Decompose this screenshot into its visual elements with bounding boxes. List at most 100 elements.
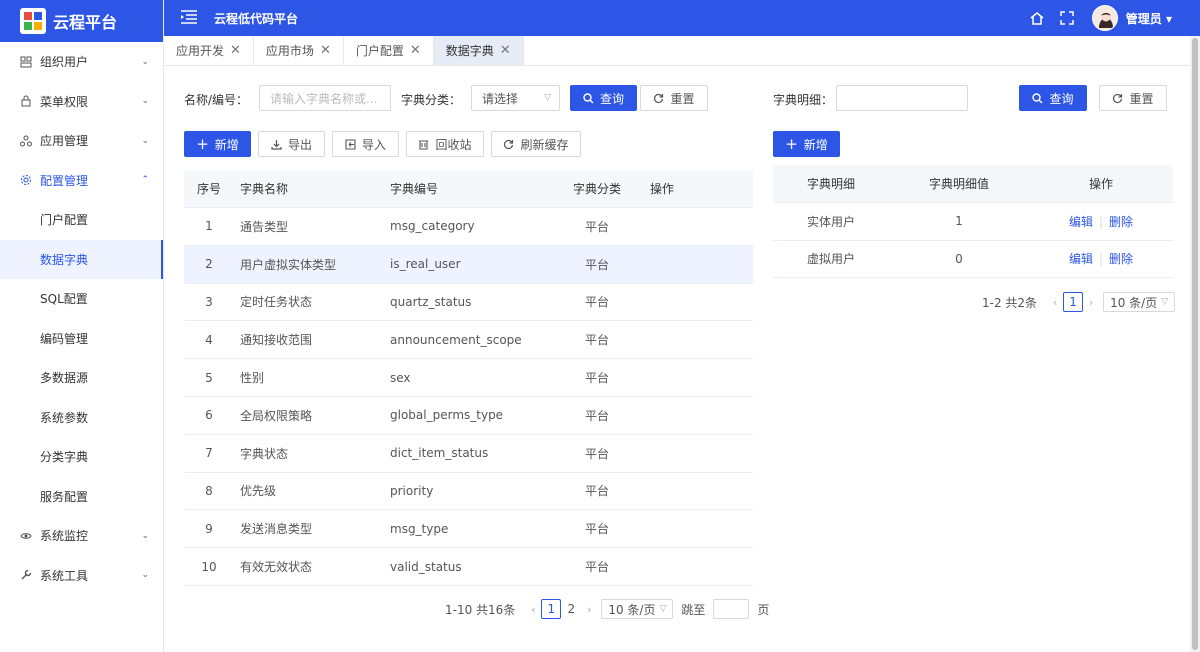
dict-category-select[interactable]: 请选择 ▽	[471, 85, 560, 111]
next-page-icon[interactable]: ›	[1083, 296, 1099, 309]
page-number[interactable]: 1	[1063, 292, 1084, 312]
table-row[interactable]: 6 全局权限策略 global_perms_type 平台	[184, 397, 753, 435]
home-icon[interactable]	[1028, 9, 1046, 27]
chevron-down-icon: ▽	[1161, 297, 1169, 307]
query-button[interactable]: 查询	[570, 85, 637, 111]
export-button[interactable]: 导出	[258, 131, 325, 157]
separator: |	[1098, 214, 1104, 229]
detail-query-button[interactable]: 查询	[1019, 85, 1087, 111]
table-row[interactable]: 8 优先级 priority 平台	[184, 473, 753, 511]
cell-category: 平台	[584, 333, 609, 348]
sidebar-subitem-sql[interactable]: SQL配置	[0, 279, 163, 319]
import-button[interactable]: 导入	[332, 131, 399, 157]
add-button[interactable]: + 新增	[184, 131, 251, 157]
edit-link[interactable]: 编辑	[1069, 215, 1093, 229]
tab-portal-config[interactable]: 门户配置 ✕	[344, 36, 434, 65]
cell-name: 通告类型	[240, 219, 289, 234]
cell-index: 6	[205, 408, 213, 423]
table-row[interactable]: 1 通告类型 msg_category 平台	[184, 208, 753, 246]
dict-pagination: 1-10 共16条 ‹ 1 2 › 10 条/页 ▽ 跳至 页	[445, 599, 769, 619]
cell-actions: 编辑 | 删除	[1029, 250, 1173, 267]
recycle-bin-button[interactable]: 回收站	[406, 131, 484, 157]
delete-link[interactable]: 删除	[1109, 252, 1133, 266]
chevron-up-icon: ⌃	[141, 175, 149, 186]
close-icon[interactable]: ✕	[500, 43, 511, 58]
sidebar-item-monitor[interactable]: 系统监控 ⌄	[0, 516, 163, 556]
sidebar-subitem-datasource[interactable]: 多数据源	[0, 358, 163, 398]
cell-code: announcement_scope	[390, 332, 522, 347]
close-icon[interactable]: ✕	[410, 43, 421, 58]
table-row[interactable]: 实体用户 1 编辑 | 删除	[773, 203, 1173, 241]
prev-page-icon[interactable]: ‹	[1047, 296, 1063, 309]
tab-app-market[interactable]: 应用市场 ✕	[254, 36, 344, 65]
jump-page-input[interactable]	[713, 599, 750, 619]
dict-search-input[interactable]: 请输入字典名称或...	[259, 85, 391, 111]
dict-detail-input[interactable]	[836, 85, 968, 111]
page-size-select[interactable]: 10 条/页 ▽	[601, 599, 674, 619]
add-detail-button[interactable]: + 新增	[773, 131, 840, 157]
table-row[interactable]: 3 定时任务状态 quartz_status 平台	[184, 284, 753, 322]
fullscreen-icon[interactable]	[1058, 9, 1076, 27]
col-detail-actions: 操作	[1088, 177, 1113, 191]
sidebar-subitem-category-dict[interactable]: 分类字典	[0, 437, 163, 477]
cell-name: 定时任务状态	[240, 295, 313, 310]
edit-link[interactable]: 编辑	[1069, 252, 1093, 266]
separator: |	[1098, 252, 1104, 267]
table-row[interactable]: 4 通知接收范围 announcement_scope 平台	[184, 321, 753, 360]
sidebar-item-tools[interactable]: 系统工具 ⌄	[0, 556, 163, 596]
page-size-select[interactable]: 10 条/页 ▽	[1103, 292, 1176, 312]
sidebar-subitem-portal[interactable]: 门户配置	[0, 200, 163, 240]
sidebar-item-app-mgmt[interactable]: 应用管理 ⌄	[0, 121, 163, 161]
table-row[interactable]: 虚拟用户 0 编辑 | 删除	[773, 241, 1173, 278]
sidebar-item-org-users[interactable]: 组织用户 ⌄	[0, 42, 163, 82]
plus-icon: +	[785, 134, 798, 153]
page-number[interactable]: 2	[561, 599, 581, 619]
next-page-icon[interactable]: ›	[581, 603, 597, 616]
table-row[interactable]: 2 用户虚拟实体类型 is_real_user 平台	[184, 245, 753, 284]
avatar[interactable]	[1091, 5, 1118, 31]
chevron-down-icon: ⌄	[141, 135, 149, 146]
delete-link[interactable]: 删除	[1109, 215, 1133, 229]
chevron-down-icon: ⌄	[141, 570, 149, 581]
tab-data-dict[interactable]: 数据字典 ✕	[433, 36, 524, 65]
sidebar-item-label: 组织用户	[40, 55, 89, 70]
cell-code: quartz_status	[390, 294, 472, 309]
sidebar-item-label: 配置管理	[40, 173, 89, 188]
table-row[interactable]: 10 有效无效状态 valid_status 平台	[184, 548, 753, 586]
menu-toggle-icon[interactable]	[180, 9, 198, 27]
prev-page-icon[interactable]: ‹	[525, 603, 541, 616]
cell-code: global_perms_type	[390, 408, 504, 423]
sidebar-subitem-data-dict[interactable]: 数据字典	[0, 239, 163, 279]
sidebar-item-label: 系统监控	[40, 529, 89, 544]
sidebar-menu: 组织用户 ⌄ 菜单权限 ⌄ 应用管理 ⌄ 配置管理 ⌃ 门户配置 数据字典 SQ…	[0, 42, 163, 595]
user-name[interactable]: 管理员 ▾	[1126, 10, 1172, 27]
refresh-cache-button[interactable]: 刷新缓存	[491, 131, 581, 157]
sidebar-item-config-mgmt[interactable]: 配置管理 ⌃	[0, 161, 163, 201]
sidebar-item-menu-perms[interactable]: 菜单权限 ⌄	[0, 82, 163, 122]
sidebar-subitem-code[interactable]: 编码管理	[0, 319, 163, 359]
table-row[interactable]: 7 字典状态 dict_item_status 平台	[184, 435, 753, 473]
page-number[interactable]: 1	[541, 599, 562, 619]
lock-icon	[20, 95, 32, 107]
table-row[interactable]: 5 性别 sex 平台	[184, 359, 753, 397]
detail-reset-button[interactable]: 重置	[1099, 85, 1167, 111]
chevron-down-icon: ⌄	[141, 56, 149, 67]
tab-app-dev[interactable]: 应用开发 ✕	[164, 36, 254, 65]
sidebar-subitem-service[interactable]: 服务配置	[0, 477, 163, 517]
close-icon[interactable]: ✕	[320, 43, 331, 58]
wrench-icon	[20, 569, 32, 581]
cell-category: 平台	[584, 446, 609, 461]
download-icon	[271, 139, 282, 150]
sidebar-item-label: 应用管理	[40, 134, 89, 149]
jump-label: 跳至	[681, 602, 706, 617]
cell-index: 7	[205, 446, 213, 461]
close-icon[interactable]: ✕	[230, 43, 241, 58]
dict-detail-label: 字典明细：	[773, 93, 834, 107]
table-row[interactable]: 9 发送消息类型 msg_type 平台	[184, 510, 753, 549]
reset-button[interactable]: 重置	[640, 85, 708, 111]
scrollbar-thumb[interactable]	[1192, 38, 1198, 650]
sidebar: 云程平台 组织用户 ⌄ 菜单权限 ⌄ 应用管理 ⌄ 配置管理 ⌃ 门户配置 数据…	[0, 0, 164, 652]
sidebar-subitem-params[interactable]: 系统参数	[0, 398, 163, 438]
brand-logo[interactable]: 云程平台	[0, 0, 163, 42]
page-scrollbar[interactable]	[1190, 36, 1200, 652]
